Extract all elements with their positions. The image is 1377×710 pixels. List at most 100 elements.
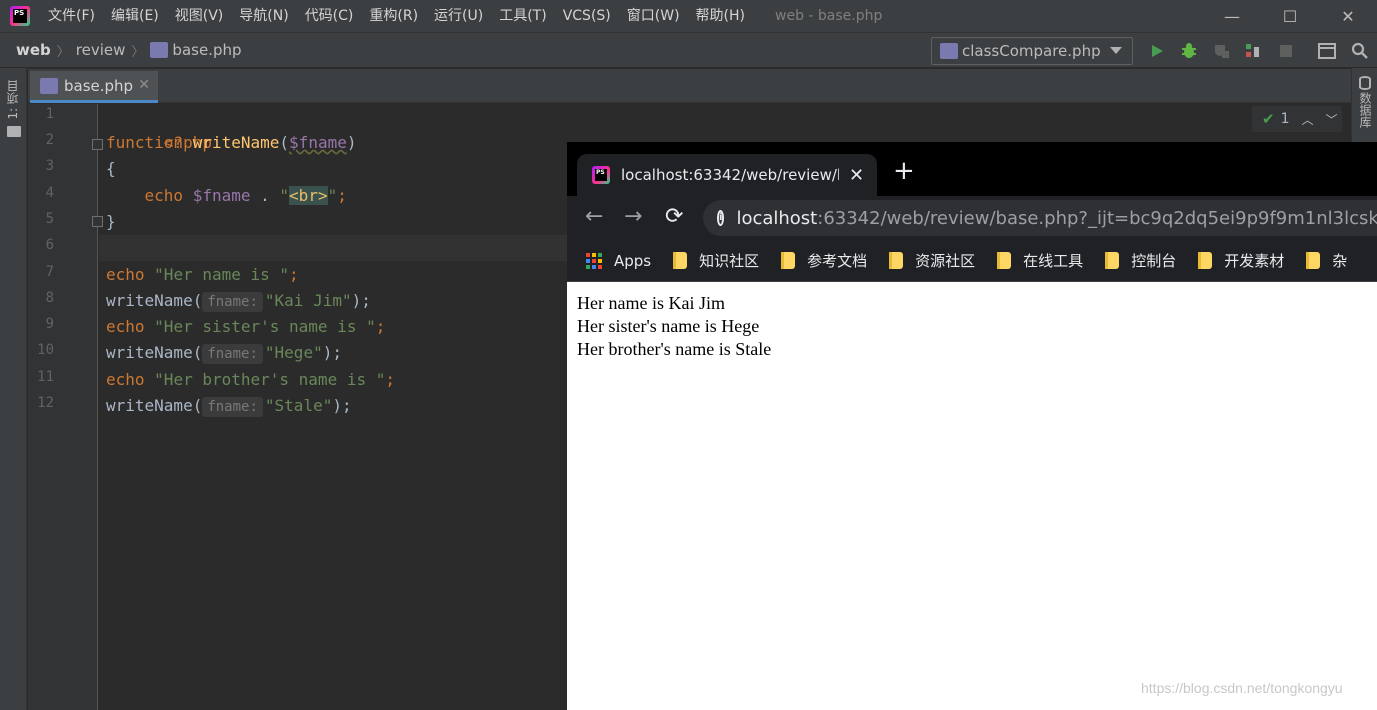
profile-icon[interactable] [1243, 41, 1263, 61]
bookmark-label: 知识社区 [699, 252, 760, 270]
inspection-count: 1 [1280, 111, 1290, 127]
chevron-down-icon [1110, 47, 1122, 54]
bookmark-label: 在线工具 [1023, 252, 1084, 270]
breadcrumb-separator-icon: 〉 [56, 44, 70, 60]
code-line-7: echo "Her name is "; [106, 262, 299, 288]
menu-edit[interactable]: 编辑(E) [103, 0, 167, 32]
logo-text: PS [13, 9, 27, 23]
menu-code[interactable]: 代码(C) [297, 0, 362, 32]
line-number-gutter: 1 2 3 4 5 6 7 8 9 10 11 12 [28, 104, 103, 710]
string-quote: " [279, 186, 290, 205]
close-tab-icon[interactable]: ✕ [138, 77, 150, 93]
search-icon[interactable] [1350, 41, 1370, 61]
bookmark-apps[interactable]: Apps [567, 252, 651, 270]
brace: { [106, 159, 116, 178]
minimize-button[interactable]: — [1203, 0, 1261, 32]
menu-file[interactable]: 文件(F) [40, 0, 103, 32]
breadcrumb-web[interactable]: web [0, 41, 51, 59]
php-file-icon [150, 42, 169, 58]
php-file-icon [40, 77, 58, 94]
bookmark-folder[interactable]: 控制台 [1105, 250, 1176, 271]
close-window-button[interactable]: ✕ [1319, 0, 1377, 32]
bookmark-folder[interactable]: 开发素材 [1198, 250, 1284, 271]
menu-help[interactable]: 帮助(H) [688, 0, 753, 32]
bookmark-folder[interactable]: 杂 [1306, 250, 1347, 271]
code-line-4: echo $fname . "<br>"; [106, 183, 347, 209]
run-configuration-select[interactable]: classCompare.php [931, 37, 1133, 65]
line-number: 6 [45, 237, 54, 253]
title-menu-bar: PS 文件(F) 编辑(E) 视图(V) 导航(N) 代码(C) 重构(R) 运… [0, 0, 1377, 32]
function-call: writeName( [106, 343, 203, 362]
code-line-9: echo "Her sister's name is "; [106, 314, 385, 340]
back-button[interactable]: ← [585, 204, 603, 230]
close-tab-icon[interactable]: ✕ [849, 165, 864, 186]
keyword: function [106, 133, 184, 152]
bookmark-label: 杂 [1332, 252, 1348, 270]
string-literal: "Kai Jim" [264, 291, 352, 310]
maximize-button[interactable]: ☐ [1261, 0, 1319, 32]
fold-toggle-icon[interactable] [92, 139, 103, 150]
bookmark-label: 控制台 [1131, 252, 1177, 270]
breadcrumb-base-php[interactable]: base.php [172, 41, 241, 59]
string-literal: "Her name is " [154, 265, 290, 284]
menu-window[interactable]: 窗口(W) [619, 0, 688, 32]
semicolon: ; [385, 370, 395, 389]
string-literal: "Her brother's name is " [154, 370, 386, 389]
code-line-11: echo "Her brother's name is "; [106, 367, 395, 393]
operator: . [250, 186, 280, 205]
inspection-widget[interactable]: ✔ 1 ︿ ﹀ [1252, 106, 1342, 132]
bookmark-folder[interactable]: 在线工具 [997, 250, 1083, 271]
chevron-up-icon[interactable]: ︿ [1302, 111, 1314, 128]
new-tab-button[interactable]: + [893, 158, 915, 184]
line-number: 8 [45, 290, 54, 306]
function-name: writeName [192, 133, 280, 152]
terminal-icon[interactable] [1317, 41, 1337, 61]
project-tool-tab[interactable]: 1: 项目 [4, 80, 24, 200]
bookmark-folder[interactable]: 参考文档 [781, 250, 867, 271]
phpstorm-favicon-icon: PS [592, 166, 610, 184]
address-bar[interactable]: i localhost:63342/web/review/base.php?_i… [703, 200, 1377, 236]
forward-button[interactable]: → [624, 204, 642, 230]
editor-tab-label: base.php [64, 76, 134, 95]
bookmark-folder[interactable]: 知识社区 [673, 250, 759, 271]
menu-refactor[interactable]: 重构(R) [361, 0, 426, 32]
editor-tab-base-php[interactable]: base.php ✕ [30, 71, 158, 103]
database-tool-label[interactable]: 数据库 [1357, 92, 1374, 128]
menu-tools[interactable]: 工具(T) [491, 0, 554, 32]
function-call: writeName( [106, 396, 203, 415]
brace: } [106, 212, 116, 231]
breadcrumb-review[interactable]: review [70, 41, 126, 59]
bookmark-label: Apps [614, 251, 652, 270]
folder-icon [781, 252, 796, 269]
menu-vcs[interactable]: VCS(S) [555, 0, 619, 32]
site-info-icon[interactable]: i [717, 210, 725, 226]
right-tool-window-strip: 数据库 [1351, 68, 1377, 144]
semicolon: ; [375, 317, 386, 336]
browser-window: PS localhost:63342/web/review/base.php ✕… [567, 142, 1377, 710]
menu-navigate[interactable]: 导航(N) [231, 0, 296, 32]
database-icon[interactable] [1359, 76, 1371, 90]
browser-tab[interactable]: PS localhost:63342/web/review/base.php ✕ [577, 154, 877, 196]
fold-toggle-icon[interactable] [92, 216, 103, 227]
parameter: $fname [289, 133, 347, 152]
run-icon[interactable] [1147, 41, 1167, 61]
coverage-icon[interactable] [1211, 41, 1231, 61]
code-line-8: writeName(fname: "Kai Jim"); [106, 288, 371, 314]
run-configuration-label: classCompare.php [962, 42, 1101, 60]
folder-icon [1306, 252, 1321, 269]
chevron-down-icon[interactable]: ﹀ [1326, 111, 1338, 128]
function-call: writeName( [106, 291, 203, 310]
reload-button[interactable]: ⟳ [665, 204, 683, 230]
debug-icon[interactable] [1179, 41, 1199, 61]
folder-icon [997, 252, 1012, 269]
bookmark-folder[interactable]: 资源社区 [889, 250, 975, 271]
keyword: echo [106, 265, 145, 284]
folder-icon [1105, 252, 1120, 269]
code-line-1: <?php [106, 104, 212, 152]
line-number: 5 [45, 211, 54, 227]
stop-icon[interactable] [1276, 41, 1296, 61]
bookmark-label: 参考文档 [807, 252, 868, 270]
menu-run[interactable]: 运行(U) [426, 0, 491, 32]
menu-view[interactable]: 视图(V) [167, 0, 232, 32]
html-tag: <br> [289, 186, 328, 205]
